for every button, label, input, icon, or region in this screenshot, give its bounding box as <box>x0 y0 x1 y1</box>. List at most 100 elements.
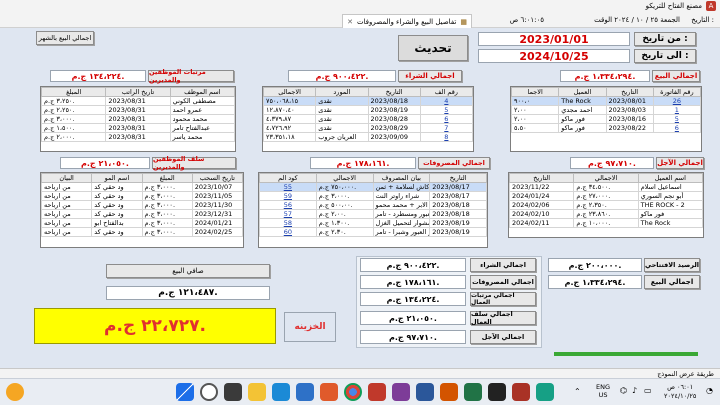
table-row[interactable]: 2024/01/24 ٢٧،٠٠٠ ج.م. أبو نجم السوري <box>509 191 703 201</box>
table-cell: ٩٠٠،٠ <box>511 96 560 106</box>
credit-grid: التاريخ الاجمالي اسم العميل 2023/11/22 ٣٤،٥٠… <box>508 172 704 238</box>
table-row[interactable]: ٢،٢٥٠ ج.م. 2023/08/31 عمرو احمد <box>41 105 235 115</box>
table-cell[interactable]: 55 <box>259 182 317 192</box>
chrome-icon[interactable] <box>344 383 362 401</box>
table-row[interactable]: 59 ٣،٠٠٠ ج.م. شراء راوتر النت 2023/08/17 <box>259 191 487 201</box>
table-row[interactable]: 56٥٠٠،٠٠ ج.م.اصلاحات تجيب الابر + محمد م… <box>259 200 487 210</box>
clock-time: ٠٦:٠١ ص <box>667 383 694 391</box>
table-row[interactable]: 2024/02/11 ١٠،٠٠٠ ج.م. The Rock <box>509 218 703 228</box>
start-icon[interactable] <box>176 383 194 401</box>
table-row[interactable]: من ارباحه ود حقي كد ٣،٠٠٠ ج.م. 2023/12/31 <box>41 209 243 219</box>
table-cell[interactable]: 58 <box>259 218 317 228</box>
table-cell: 2024/01/21 <box>191 218 243 228</box>
table-row[interactable]: من ارباحه ود حقي كد ٣،٠٠٠ ج.م. 2024/02/25 <box>41 227 243 237</box>
table-row[interactable]: من ارباحه ود حقي كد ٣،٠٠٠ ج.م. 2023/11/05 <box>41 191 243 201</box>
app-icon-2[interactable] <box>392 383 410 401</box>
table-cell: 2023/08/01 <box>605 96 654 106</box>
refresh-button[interactable]: تحديث <box>398 35 468 61</box>
table-row[interactable]: 58 ١،٣٠٠ ج.م. مشوار لتحميل الغزل 2023/08/19 <box>259 218 487 228</box>
table-cell[interactable]: 8 <box>419 132 473 142</box>
search-icon[interactable] <box>200 383 218 401</box>
table-row[interactable]: ٢،٠٠٠ ج.م. 2023/08/31 محمد ياسر <box>41 132 235 142</box>
table-cell[interactable]: 5 <box>419 105 473 115</box>
table-row[interactable]: ٤،٣٧٩،٨٧ نقدى 2023/08/28 6 <box>263 114 473 124</box>
task-view-icon[interactable] <box>224 383 242 401</box>
table-row[interactable]: من ارباحه ود حقي كد ٣،٠٠٠ ج.م. 2023/10/07 <box>41 182 243 192</box>
expenses-total: ١٧٨،١٦١ ج.م. <box>310 157 416 169</box>
table-cell[interactable]: 7 <box>419 123 473 133</box>
table-cell: ٣٤،٥٠٠ ج.م. <box>573 182 639 192</box>
table-row[interactable]: ١،٥٠٠ ج.م. 2023/08/31 عبدالفتاح تامر <box>41 123 235 133</box>
table-row[interactable]: ٢،٠٠ فور ماكو 2023/08/16 5 <box>511 114 701 124</box>
close-tab-icon[interactable]: ✕ <box>347 18 353 26</box>
table-row[interactable]: ٧٥٠،٠٦٨،١٥ نقدى 2023/08/18 4 <box>263 96 473 106</box>
network-icon[interactable]: ⌬ <box>620 386 627 395</box>
table-row[interactable]: 2024/02/10 ٢٣،٨٦٠ ج.م. فور ماكو <box>509 209 703 219</box>
language-indicator[interactable]: ENG US <box>596 383 610 399</box>
from-date-field[interactable]: 2023/01/01 <box>478 32 630 46</box>
tab-details[interactable]: ✕ تفاصيل البيع والشراء والمصروفات ▦ <box>342 14 472 28</box>
table-cell[interactable]: 60 <box>259 227 317 237</box>
table-row[interactable]: ٢٣،٣٥١،١٨ العريان جروب 2023/09/09 8 <box>263 132 473 142</box>
chevron-up-icon[interactable]: ⌃ <box>574 387 581 396</box>
access-app-icon: A <box>706 1 716 11</box>
col-date: التاريخ <box>429 173 487 183</box>
col-supplier: المورد <box>315 87 369 97</box>
table-row[interactable]: 57٢،٠٠ ج.م.مشوار العبور ومسطرد - تامر202… <box>259 209 487 219</box>
salaries-label: مرتبات الموظفين والمديرين <box>148 68 234 84</box>
terminal-icon[interactable] <box>488 383 506 401</box>
access-taskbar-icon[interactable] <box>368 383 386 401</box>
table-cell[interactable]: 6 <box>419 114 473 124</box>
table-cell[interactable]: 6 <box>652 123 701 133</box>
col-total: الاجمالي <box>315 173 374 183</box>
table-row[interactable]: ٢،٠٠ احمد مجدي 2023/08/03 1 <box>511 105 701 115</box>
table-row[interactable]: ١٢،٨٧٠،٤٠ نقدى 2023/08/19 5 <box>263 105 473 115</box>
file-explorer-icon[interactable] <box>248 383 266 401</box>
excel-icon[interactable] <box>464 383 482 401</box>
store-icon[interactable] <box>296 383 314 401</box>
word-icon[interactable] <box>416 383 434 401</box>
table-cell: أبو نجم السوري <box>637 191 703 201</box>
table-cell[interactable]: 59 <box>259 191 317 201</box>
table-row[interactable]: ٩٠٠،٠ The Rock 2023/08/01 26 <box>511 96 701 106</box>
advances-grid: البيان اسم المو المبلغ تاريخ السحب من ارباحه… <box>40 172 244 248</box>
edge-icon[interactable] <box>272 383 290 401</box>
table-cell[interactable]: 56 <box>259 200 317 210</box>
table-cell[interactable]: 4 <box>419 96 473 106</box>
app-icon-3[interactable] <box>536 383 554 401</box>
notification-icon[interactable]: ◔ <box>706 386 713 395</box>
table-row[interactable]: 2024/02/06 ٢،٣٥٠ ج.م. THE ROCK - 2 <box>509 200 703 210</box>
table-cell: مشوار العبور وشبرا - تامر <box>372 227 431 237</box>
meta-label: التاريخ : <box>691 16 714 24</box>
summary-sales-label: اجمالي البيع <box>644 275 700 289</box>
table-cell: ٤،٣٧٩،٨٧ <box>263 114 317 124</box>
table-cell[interactable]: 57 <box>259 209 317 219</box>
table-row[interactable]: 2023/11/22 ٣٤،٥٠٠ ج.م. اسماعيل اسلام <box>509 182 703 192</box>
access-icon-2[interactable] <box>512 383 530 401</box>
app-icon[interactable] <box>320 383 338 401</box>
to-date-field[interactable]: 2024/10/25 <box>478 49 630 63</box>
monthly-sales-button[interactable]: اجمالي البيع بالشهر <box>36 31 94 45</box>
table-row[interactable]: ٤،٧٢٦،٩٢ نقدى 2023/08/29 7 <box>263 123 473 133</box>
table-row[interactable]: من ارباحه ود حقي كد ٣،٠٠٠ ج.م. 2023/11/30 <box>41 200 243 210</box>
battery-icon[interactable]: ▭ <box>644 386 652 395</box>
table-cell[interactable]: 1 <box>652 105 701 115</box>
table-row[interactable]: ٣،٢٥٠ ج.م. 2023/08/31 مصطفى الكوني <box>41 96 235 106</box>
powerpoint-icon[interactable] <box>440 383 458 401</box>
table-cell[interactable]: 5 <box>652 114 701 124</box>
table-row[interactable]: ٣،٠٠٠ ج.م. 2023/08/31 محمد محمود <box>41 114 235 124</box>
table-row[interactable]: ٥،٥٠ فور ماكو 2023/08/22 6 <box>511 123 701 133</box>
table-row[interactable]: 60٢،٣٠ ج.م.مشوار العبور وشبرا - تامر2023… <box>259 227 487 237</box>
clock[interactable]: ٠٦:٠١ ص ٢٠٢٤/١٠/٢٥ <box>664 383 696 401</box>
table-row[interactable]: من ارباحه بدالفتاح ابو ٣،٠٠٠ ج.م. 2024/01/2… <box>41 218 243 228</box>
table-cell: فور ماكو <box>558 123 607 133</box>
col-amount: المبلغ <box>141 173 193 183</box>
table-cell: ود حقي كد <box>91 191 143 201</box>
time-text: ٦:٠١:٠٥ ص <box>509 16 544 24</box>
volume-icon[interactable]: ♪ <box>632 386 637 395</box>
advances-total: ٢١،٠٥٠ ج.م. <box>60 157 150 169</box>
table-cell: ٢،٠٠ <box>511 105 560 115</box>
weather-widget-icon[interactable] <box>6 383 24 401</box>
table-row[interactable]: 55٧٥٠،٠٠٠ ج.م.نقل فودافون كاش لسلامة + ث… <box>259 182 487 192</box>
table-cell[interactable]: 26 <box>652 96 701 106</box>
